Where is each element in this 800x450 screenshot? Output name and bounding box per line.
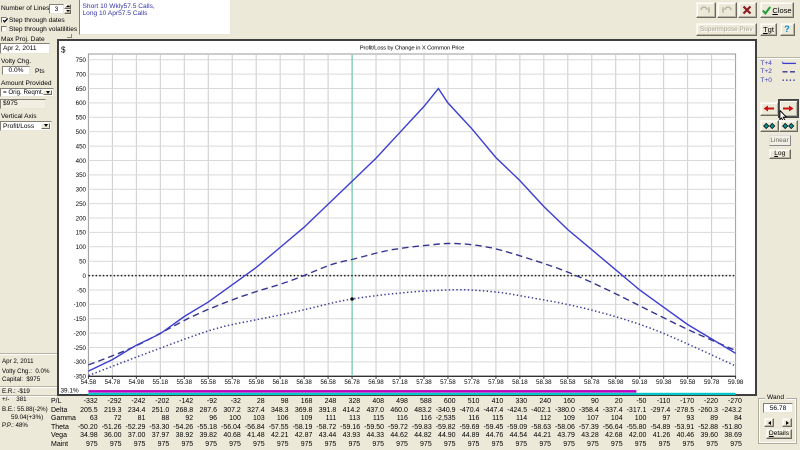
svg-text:700: 700 — [76, 71, 87, 78]
svg-text:59.38: 59.38 — [656, 379, 672, 386]
svg-text:750: 750 — [76, 57, 87, 64]
svg-text:100: 100 — [76, 244, 87, 251]
svg-text:500: 500 — [76, 129, 87, 136]
svg-text:55.58: 55.58 — [200, 379, 216, 386]
svg-text:57.78: 57.78 — [464, 379, 480, 386]
svg-text:350: 350 — [76, 172, 87, 179]
svg-text:50: 50 — [79, 259, 86, 266]
svg-text:600: 600 — [76, 100, 87, 107]
svg-text:$: $ — [61, 46, 66, 55]
svg-text:-150: -150 — [74, 316, 87, 323]
svg-text:59.98: 59.98 — [728, 379, 744, 386]
svg-text:54.78: 54.78 — [105, 379, 121, 386]
svg-text:300: 300 — [76, 187, 87, 194]
svg-text:150: 150 — [76, 230, 87, 237]
svg-text:59.18: 59.18 — [632, 379, 648, 386]
svg-text:56.78: 56.78 — [344, 379, 360, 386]
svg-text:55.98: 55.98 — [248, 379, 264, 386]
svg-text:57.38: 57.38 — [416, 379, 432, 386]
svg-text:59.58: 59.58 — [680, 379, 696, 386]
svg-text:-250: -250 — [74, 345, 87, 352]
svg-text:-50: -50 — [77, 287, 87, 294]
svg-text:58.98: 58.98 — [608, 379, 624, 386]
svg-text:450: 450 — [76, 143, 87, 150]
svg-text:Profit/Loss by Change in X Com: Profit/Loss by Change in X Common Price — [360, 46, 465, 52]
svg-text:57.18: 57.18 — [392, 379, 408, 386]
svg-text:54.58: 54.58 — [81, 379, 97, 386]
svg-text:58.18: 58.18 — [512, 379, 528, 386]
svg-text:55.18: 55.18 — [153, 379, 169, 386]
svg-text:54.98: 54.98 — [129, 379, 145, 386]
svg-text:56.38: 56.38 — [296, 379, 312, 386]
svg-text:58.38: 58.38 — [536, 379, 552, 386]
svg-text:56.98: 56.98 — [368, 379, 384, 386]
svg-text:-300: -300 — [74, 359, 87, 366]
svg-text:56.18: 56.18 — [272, 379, 288, 386]
svg-text:650: 650 — [76, 86, 87, 93]
svg-text:-200: -200 — [74, 330, 87, 337]
svg-text:250: 250 — [76, 201, 87, 208]
svg-text:200: 200 — [76, 215, 87, 222]
svg-text:56.58: 56.58 — [320, 379, 336, 386]
svg-text:58.58: 58.58 — [560, 379, 576, 386]
svg-text:0: 0 — [83, 273, 87, 280]
svg-text:57.58: 57.58 — [440, 379, 456, 386]
svg-text:-100: -100 — [74, 302, 87, 309]
svg-text:58.78: 58.78 — [584, 379, 600, 386]
svg-text:55.78: 55.78 — [224, 379, 240, 386]
svg-text:57.98: 57.98 — [488, 379, 504, 386]
svg-text:400: 400 — [76, 158, 87, 165]
svg-text:550: 550 — [76, 115, 87, 122]
svg-text:55.38: 55.38 — [177, 379, 193, 386]
svg-text:39.1%: 39.1% — [61, 388, 79, 395]
svg-text:59.78: 59.78 — [704, 379, 720, 386]
